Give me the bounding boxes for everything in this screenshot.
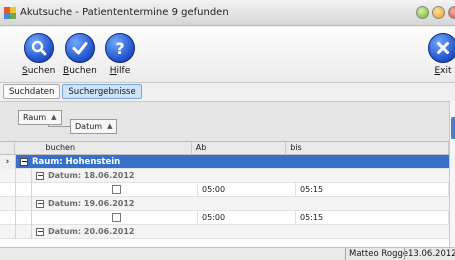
cell-ab: 05:00 (198, 182, 296, 197)
close-icon (428, 33, 455, 63)
scrollbar-thumb[interactable] (451, 117, 455, 139)
window-controls (416, 6, 455, 19)
buchen-label: Buchen (63, 66, 97, 76)
group-row-datum[interactable]: − Datum: 20.06.2012 (0, 224, 449, 239)
grid-header: buchen Ab bis (0, 142, 449, 155)
check-icon (64, 33, 95, 63)
cell-bis: 05:15 (296, 210, 449, 225)
collapse-icon[interactable]: − (20, 157, 28, 166)
row-selector (0, 196, 16, 211)
hilfe-button[interactable]: ? Hilfe (105, 33, 135, 76)
group-datum-label: Datum: 19.06.2012 (48, 199, 135, 208)
row-indicator-icon: › (0, 154, 16, 169)
buchen-checkbox[interactable] (112, 213, 121, 222)
group-row-raum[interactable]: › − Raum: Hohenstein (0, 154, 449, 169)
table-row[interactable]: 05:00 05:15 (0, 182, 449, 197)
row-selector (0, 224, 16, 239)
group-chip-raum[interactable]: Raum ▲ (18, 110, 62, 125)
minimize-button[interactable] (416, 6, 429, 19)
exit-label: Exit (434, 66, 452, 76)
column-header-bis[interactable]: bis (286, 142, 449, 154)
group-chip-datum-label: Datum (75, 122, 103, 131)
indent (16, 182, 32, 197)
group-raum-label: Raum: Hohenstein (32, 156, 121, 167)
exit-button[interactable]: Exit (428, 33, 455, 76)
results-grid: buchen Ab bis › − Raum: Hohenstein − Dat… (0, 142, 449, 239)
close-window-button[interactable] (448, 6, 455, 19)
group-chip-datum[interactable]: Datum ▲ (70, 119, 118, 134)
svg-text:?: ? (115, 39, 124, 57)
header-selector (0, 142, 16, 154)
tab-strip: Suchdaten Suchergebnisse (0, 84, 455, 100)
hilfe-label: Hilfe (109, 66, 131, 76)
group-datum-label: Datum: 20.06.2012 (48, 227, 135, 236)
results-panel: Raum ▲ Datum ▲ buchen Ab bis › − Raum: H… (0, 101, 449, 247)
cell-buchen (32, 210, 198, 225)
indent (16, 168, 32, 183)
collapse-icon[interactable]: − (36, 227, 44, 236)
group-by-area: Raum ▲ Datum ▲ (0, 102, 449, 142)
group-row-datum[interactable]: − Datum: 18.06.2012 (0, 168, 449, 183)
row-selector (0, 168, 16, 183)
column-header-ab[interactable]: Ab (192, 142, 287, 154)
cell-bis: 05:15 (296, 182, 449, 197)
help-icon: ? (105, 33, 135, 63)
tab-suchergebnisse[interactable]: Suchergebnisse (62, 84, 142, 99)
group-datum-label: Datum: 18.06.2012 (48, 171, 135, 180)
indent (16, 196, 32, 211)
app-window: Akutsuche - Patiententermine 9 gefunden … (0, 0, 455, 260)
window-title: Akutsuche - Patiententermine 9 gefunden (20, 7, 229, 18)
title-bar: Akutsuche - Patiententermine 9 gefunden (0, 0, 455, 26)
row-selector (0, 210, 16, 225)
suchen-button[interactable]: Suchen (22, 33, 55, 76)
cell-ab: 05:00 (198, 210, 296, 225)
indent (16, 210, 32, 225)
sort-ascending-icon: ▲ (107, 122, 113, 130)
collapse-icon[interactable]: − (36, 171, 44, 180)
suchen-label: Suchen (22, 66, 56, 76)
tab-suchdaten[interactable]: Suchdaten (3, 84, 61, 99)
status-user: Matteo Rogge (345, 248, 411, 260)
cell-buchen (32, 182, 198, 197)
collapse-icon[interactable]: − (36, 199, 44, 208)
maximize-button[interactable] (432, 6, 445, 19)
column-header-buchen[interactable]: buchen (15, 142, 192, 154)
search-icon (23, 33, 54, 63)
vertical-scrollbar[interactable] (449, 101, 455, 247)
app-icon (4, 6, 16, 19)
status-bar: Matteo Rogge 13.06.2012 (0, 247, 455, 260)
buchen-checkbox[interactable] (112, 185, 121, 194)
toolbar: Suchen Buchen ? Hilfe Exit (0, 27, 455, 83)
group-row-datum[interactable]: − Datum: 19.06.2012 (0, 196, 449, 211)
group-chip-raum-label: Raum (23, 113, 47, 122)
sort-ascending-icon: ▲ (51, 113, 57, 121)
row-selector (0, 182, 16, 197)
table-row[interactable]: 05:00 05:15 (0, 210, 449, 225)
status-date: 13.06.2012 (404, 248, 455, 260)
buchen-button[interactable]: Buchen (63, 33, 97, 76)
indent (16, 224, 32, 239)
